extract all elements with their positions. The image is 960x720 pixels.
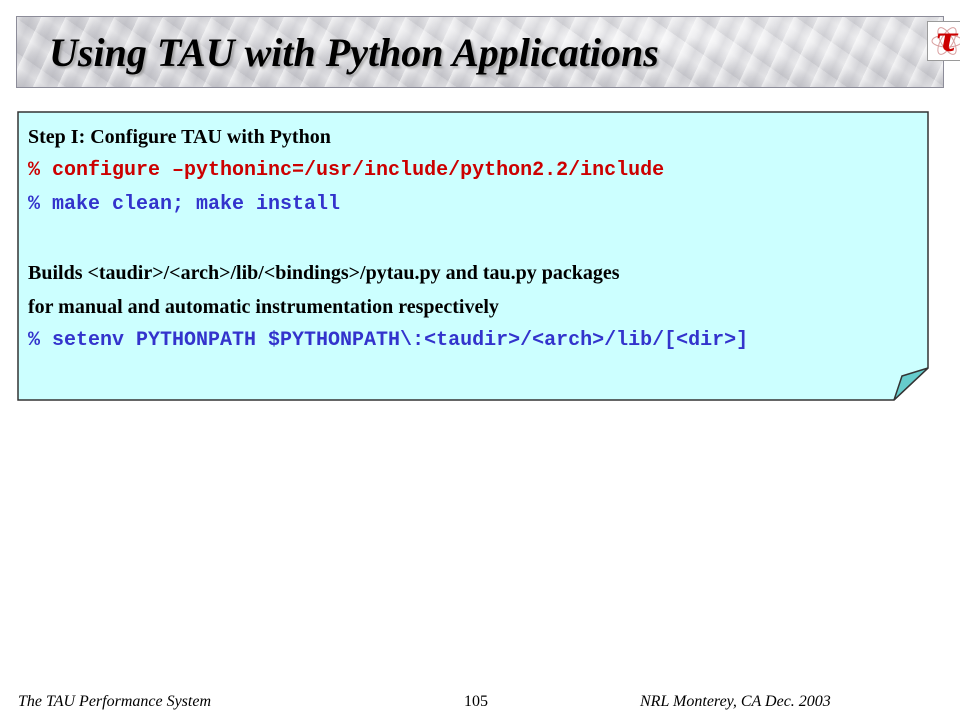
note-card: Step I: Configure TAU with Python % conf… — [16, 110, 930, 402]
configure-command: % configure –pythoninc=/usr/include/pyth… — [28, 159, 665, 182]
make-command: % make clean; make install — [28, 193, 341, 216]
setenv-command: % setenv PYTHONPATH $PYTHONPATH\:<taudir… — [28, 329, 749, 352]
note-content: Step I: Configure TAU with Python % conf… — [28, 120, 908, 358]
footer-left-text: The TAU Performance System — [18, 693, 211, 710]
slide-title: Using TAU with Python Applications — [49, 30, 659, 75]
tau-logo-icon: τ — [927, 21, 960, 61]
instrumentation-description: for manual and automatic instrumentation… — [28, 296, 499, 318]
page-number: 105 — [464, 693, 488, 710]
title-banner: Using TAU with Python Applications τ — [16, 16, 960, 88]
step-heading: Step I: Configure TAU with Python — [28, 126, 331, 148]
builds-description: Builds <taudir>/<arch>/lib/<bindings>/py… — [28, 262, 620, 284]
tau-glyph: τ — [935, 20, 959, 60]
footer-right-text: NRL Monterey, CA Dec. 2003 — [640, 693, 831, 710]
